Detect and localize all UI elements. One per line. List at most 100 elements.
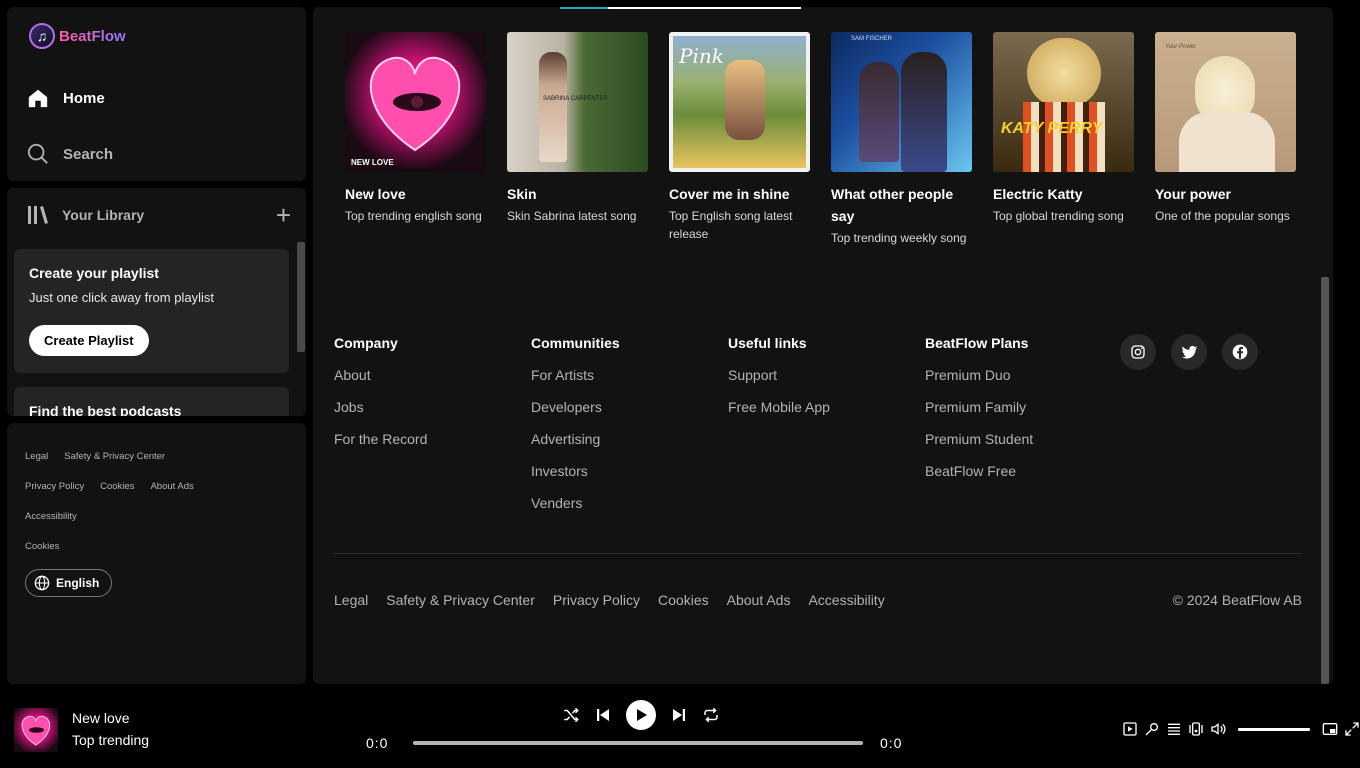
- globe-icon: [34, 575, 50, 591]
- sidebar-link-privacy[interactable]: Privacy Policy: [25, 481, 84, 492]
- sidebar-link-accessibility[interactable]: Accessibility: [25, 511, 77, 522]
- sidebar-legal-links: Legal Safety & Privacy Center Privacy Po…: [25, 451, 295, 571]
- song-card[interactable]: Your Power Your power One of the popular…: [1155, 32, 1296, 247]
- sidebar-link-cookies[interactable]: Cookies: [100, 481, 134, 492]
- footer-col-company: Company About Jobs For the Record: [334, 335, 531, 527]
- create-playlist-subtitle: Just one click away from playlist: [29, 290, 214, 305]
- sidebar-link-about-ads[interactable]: About Ads: [150, 481, 193, 492]
- footer-link[interactable]: Investors: [531, 463, 728, 480]
- main-scrollbar[interactable]: [1321, 277, 1329, 684]
- footer-col-title: Useful links: [728, 335, 807, 351]
- play-button[interactable]: [626, 700, 656, 730]
- footer-bottom-link[interactable]: About Ads: [727, 592, 791, 608]
- connect-device-icon[interactable]: [1188, 721, 1204, 737]
- footer-link[interactable]: Premium Family: [925, 399, 1122, 416]
- footer-link[interactable]: Developers: [531, 399, 728, 416]
- nav-search[interactable]: Search: [27, 143, 113, 165]
- facebook-icon[interactable]: [1222, 334, 1258, 370]
- footer-col-title: BeatFlow Plans: [925, 335, 1029, 351]
- cover-label: KATY PERRY: [1001, 120, 1103, 137]
- song-cover: Your Power: [1155, 32, 1296, 172]
- song-title[interactable]: What other people say: [831, 183, 972, 227]
- sidebar-link-legal[interactable]: Legal: [25, 451, 48, 462]
- microphone-icon[interactable]: [1144, 721, 1160, 737]
- sidebar-link-cookies-2[interactable]: Cookies: [25, 541, 59, 552]
- song-card[interactable]: SABRINA CARPENTER Skin Skin Sabrina late…: [507, 32, 648, 247]
- song-title[interactable]: Cover me in shine: [669, 183, 810, 205]
- top-scroll-indicator: [560, 7, 801, 9]
- library-button[interactable]: Your Library: [26, 203, 144, 227]
- language-button[interactable]: English: [25, 569, 113, 597]
- cover-label: Pink: [679, 44, 724, 68]
- heart-icon: [369, 56, 461, 152]
- extra-controls: [1122, 721, 1360, 737]
- song-card[interactable]: SAM FISCHER What other people say Top tr…: [831, 32, 972, 247]
- footer-link[interactable]: Premium Student: [925, 431, 1122, 448]
- sidebar-legal-panel: Legal Safety & Privacy Center Privacy Po…: [7, 423, 306, 684]
- volume-icon[interactable]: [1210, 721, 1226, 737]
- previous-icon[interactable]: [594, 706, 612, 724]
- create-playlist-button[interactable]: Create Playlist: [29, 325, 149, 356]
- footer-link[interactable]: Venders: [531, 495, 728, 512]
- time-total: 0:0: [880, 735, 903, 751]
- song-subtitle: Skin Sabrina latest song: [507, 209, 637, 223]
- podcast-card-title: Find the best podcasts: [29, 403, 182, 416]
- song-subtitle: Top trending english song: [345, 209, 482, 223]
- main-panel: NEW LOVE New love Top trending english s…: [313, 7, 1333, 684]
- library-title: Your Library: [62, 207, 145, 223]
- shuffle-icon[interactable]: [562, 706, 580, 724]
- song-title[interactable]: Your power: [1155, 183, 1296, 205]
- create-playlist-card: Create your playlist Just one click away…: [14, 249, 289, 373]
- footer-link[interactable]: Support: [728, 367, 925, 384]
- library-scrollbar[interactable]: [297, 242, 305, 352]
- footer-col-useful-links: Useful links Support Free Mobile App: [728, 335, 925, 527]
- cover-label: NEW LOVE: [351, 158, 394, 167]
- logo[interactable]: ♫ BeatFlow: [29, 23, 126, 49]
- footer-bottom-link[interactable]: Cookies: [658, 592, 709, 608]
- sidebar-link-safety[interactable]: Safety & Privacy Center: [64, 451, 165, 462]
- volume-slider[interactable]: [1238, 727, 1310, 731]
- now-playing-cover[interactable]: [14, 708, 58, 752]
- footer-col-communities: Communities For Artists Developers Adver…: [531, 335, 728, 527]
- footer-link[interactable]: Advertising: [531, 431, 728, 448]
- now-playing-view-icon[interactable]: [1122, 721, 1138, 737]
- library-header: Your Library +: [26, 202, 291, 228]
- fullscreen-icon[interactable]: [1344, 721, 1360, 737]
- song-card[interactable]: NEW LOVE New love Top trending english s…: [345, 32, 486, 247]
- add-icon[interactable]: +: [276, 202, 291, 228]
- footer-bottom: Legal Safety & Privacy Center Privacy Po…: [334, 592, 1302, 608]
- song-title[interactable]: Electric Katty: [993, 183, 1134, 205]
- song-card[interactable]: KATY PERRY Electric Katty Top global tre…: [993, 32, 1134, 247]
- now-playing-title[interactable]: New love: [72, 710, 130, 726]
- footer-bottom-link[interactable]: Legal: [334, 592, 368, 608]
- cover-label: SABRINA CARPENTER: [543, 96, 608, 102]
- mini-player-icon[interactable]: [1322, 721, 1338, 737]
- footer-link[interactable]: Jobs: [334, 399, 531, 416]
- footer-link[interactable]: Premium Duo: [925, 367, 1122, 384]
- cover-label: Your Power: [1165, 44, 1197, 50]
- app-name: BeatFlow: [59, 27, 126, 45]
- instagram-icon[interactable]: [1120, 334, 1156, 370]
- music-note-icon: ♫: [29, 23, 55, 49]
- song-card[interactable]: Pink Cover me in shine Top English song …: [669, 32, 810, 247]
- twitter-icon[interactable]: [1171, 334, 1207, 370]
- footer-bottom-link[interactable]: Privacy Policy: [553, 592, 640, 608]
- footer-link[interactable]: For Artists: [531, 367, 728, 384]
- song-title[interactable]: New love: [345, 183, 486, 205]
- cover-label: SAM FISCHER: [851, 36, 893, 42]
- footer-bottom-link[interactable]: Accessibility: [808, 592, 884, 608]
- nav-home-label: Home: [63, 89, 105, 107]
- footer-link[interactable]: Free Mobile App: [728, 399, 925, 416]
- song-title[interactable]: Skin: [507, 183, 648, 205]
- footer-link[interactable]: For the Record: [334, 431, 531, 448]
- footer-bottom-link[interactable]: Safety & Privacy Center: [386, 592, 535, 608]
- queue-icon[interactable]: [1166, 721, 1182, 737]
- footer-link[interactable]: About: [334, 367, 531, 384]
- nav-home[interactable]: Home: [27, 87, 105, 109]
- copyright: © 2024 BeatFlow AB: [1172, 592, 1302, 608]
- progress-bar[interactable]: [413, 741, 863, 745]
- song-cover: Pink: [669, 32, 810, 172]
- repeat-icon[interactable]: [702, 706, 720, 724]
- footer-link[interactable]: BeatFlow Free: [925, 463, 1122, 480]
- next-icon[interactable]: [670, 706, 688, 724]
